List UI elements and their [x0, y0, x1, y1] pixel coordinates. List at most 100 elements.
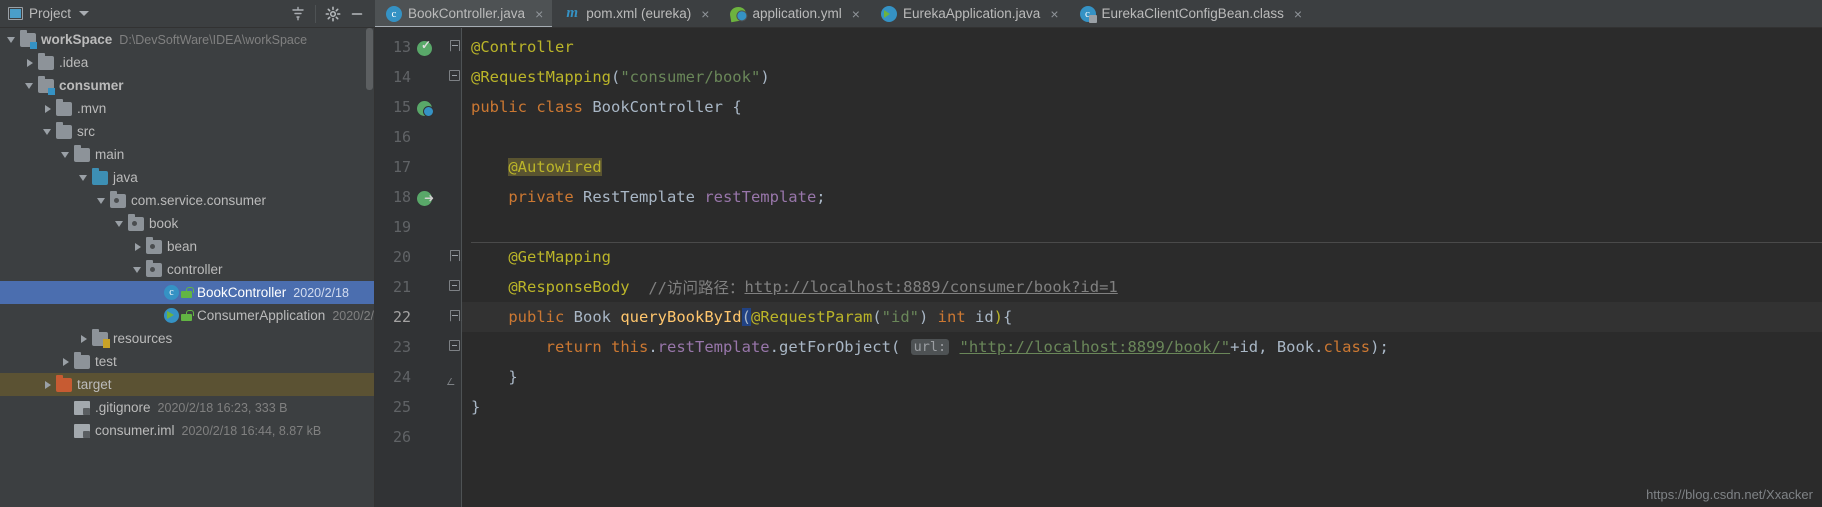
code-line[interactable]: [462, 422, 1822, 452]
code-line[interactable]: }: [462, 392, 1822, 422]
code-token: queryBookById: [620, 308, 742, 326]
fold-toggle-icon[interactable]: [449, 70, 460, 81]
gutter-line[interactable]: 16: [375, 122, 448, 152]
code-line[interactable]: public Book queryBookById(@RequestParam(…: [462, 302, 1822, 332]
gutter-line[interactable]: 22: [375, 302, 448, 332]
chevron-open-icon[interactable]: [96, 195, 108, 207]
editor-tab-bookcontroller[interactable]: BookController.java ×: [375, 0, 554, 27]
tree-item-main[interactable]: main: [0, 143, 374, 166]
tree-item-book[interactable]: book: [0, 212, 374, 235]
project-panel-title-group[interactable]: Project: [8, 6, 90, 21]
project-tree[interactable]: workSpace D:\DevSoftWare\IDEA\workSpace .i…: [0, 28, 375, 507]
code-line[interactable]: @ResponseBody //访问路径： http://localhost:88…: [462, 272, 1822, 302]
code-token: @GetMapping: [508, 248, 611, 266]
fold-toggle-icon[interactable]: [449, 340, 460, 351]
code-editor[interactable]: 13 14 15 16 17 18 19 20 21 22 23 24 25 26 @Controller…: [375, 28, 1822, 507]
code-line[interactable]: @RequestMapping("consumer/book"): [462, 62, 1822, 92]
gutter-line[interactable]: 14: [375, 62, 448, 92]
spring-bean-class-icon[interactable]: [417, 100, 434, 117]
editor-tab-eurekaclientconfigbean[interactable]: EurekaClientConfigBean.class ×: [1068, 0, 1313, 27]
tree-item-mvn[interactable]: .mvn: [0, 97, 374, 120]
tree-item-target[interactable]: target: [0, 373, 374, 396]
code-token: }: [471, 398, 481, 416]
gutter-line[interactable]: 13: [375, 32, 448, 62]
tree-item-bean[interactable]: bean: [0, 235, 374, 258]
gutter-line[interactable]: 15: [375, 92, 448, 122]
chevron-open-icon[interactable]: [132, 264, 144, 276]
code-line[interactable]: @GetMapping: [462, 242, 1822, 272]
editor-tab-pom-xml[interactable]: m pom.xml (eureka) ×: [553, 0, 720, 27]
tree-item-consumerapplication[interactable]: ConsumerApplication 2020/2/18: [0, 304, 374, 327]
tree-item-com-service-consumer[interactable]: com.service.consumer: [0, 189, 374, 212]
spring-autowire-icon[interactable]: [417, 190, 434, 206]
code-line[interactable]: [462, 212, 1822, 242]
fold-toggle-icon[interactable]: [449, 250, 460, 261]
code-token: public: [471, 98, 537, 116]
tree-item-bookcontroller[interactable]: BookController 2020/2/18: [0, 281, 374, 304]
code-token: (: [610, 68, 621, 86]
tree-item-workspace[interactable]: workSpace D:\DevSoftWare\IDEA\workSpace: [0, 28, 374, 51]
tree-item-gitignore[interactable]: .gitignore 2020/2/18 16:23, 333 B: [0, 396, 374, 419]
code-line[interactable]: [462, 122, 1822, 152]
gutter-line[interactable]: 23: [375, 332, 448, 362]
chevron-closed-icon[interactable]: [24, 57, 36, 69]
collapse-all-icon[interactable]: [286, 2, 310, 26]
chevron-closed-icon[interactable]: [42, 379, 54, 391]
editor-tab-application-yml[interactable]: application.yml ×: [719, 0, 870, 27]
editor-gutter[interactable]: 13 14 15 16 17 18 19 20 21 22 23 24 25 26: [375, 28, 448, 507]
tree-item-test[interactable]: test: [0, 350, 374, 373]
gutter-line[interactable]: 19: [375, 212, 448, 242]
gutter-line[interactable]: 21: [375, 272, 448, 302]
chevron-open-icon[interactable]: [114, 218, 126, 230]
editor-tab-strip[interactable]: BookController.java × m pom.xml (eureka)…: [375, 0, 1822, 28]
code-token: @RequestParam: [751, 308, 873, 326]
tree-item-label: resources: [113, 331, 173, 346]
code-line[interactable]: public class BookController {: [462, 92, 1822, 122]
close-icon[interactable]: ×: [535, 7, 543, 21]
editor-tab-eurekaapplication[interactable]: EurekaApplication.java ×: [869, 0, 1069, 27]
code-line[interactable]: }: [462, 362, 1822, 392]
gutter-line[interactable]: 26: [375, 422, 448, 452]
tree-item-controller[interactable]: controller: [0, 258, 374, 281]
close-icon[interactable]: ×: [1294, 7, 1302, 21]
gutter-line[interactable]: 17: [375, 152, 448, 182]
chevron-closed-icon[interactable]: [42, 103, 54, 115]
tree-item-consumer-iml[interactable]: consumer.iml 2020/2/18 16:44, 8.87 kB: [0, 419, 374, 442]
fold-toggle-icon[interactable]: [449, 40, 460, 51]
minimize-icon[interactable]: [345, 2, 369, 26]
close-icon[interactable]: ×: [701, 7, 709, 21]
chevron-closed-icon[interactable]: [132, 241, 144, 253]
gutter-line[interactable]: 20: [375, 242, 448, 272]
tree-item-consumer[interactable]: consumer: [0, 74, 374, 97]
package-icon: [128, 213, 144, 231]
chevron-closed-icon[interactable]: [60, 356, 72, 368]
gear-icon[interactable]: [321, 2, 345, 26]
close-icon[interactable]: ×: [852, 7, 860, 21]
gutter-line[interactable]: 24: [375, 362, 448, 392]
tree-item-java[interactable]: java: [0, 166, 374, 189]
fold-toggle-icon[interactable]: [449, 280, 460, 291]
project-tree-scrollbar[interactable]: [366, 28, 373, 90]
chevron-open-icon[interactable]: [78, 172, 90, 184]
editor-code-area[interactable]: @Controller @RequestMapping("consumer/boo…: [462, 28, 1822, 507]
tree-item-resources[interactable]: resources: [0, 327, 374, 350]
chevron-open-icon[interactable]: [24, 80, 36, 92]
chevron-open-icon[interactable]: [6, 34, 18, 46]
gutter-line[interactable]: 18: [375, 182, 448, 212]
spring-bean-check-icon[interactable]: [417, 38, 432, 56]
fold-toggle-icon[interactable]: [449, 310, 460, 321]
code-line[interactable]: private RestTemplate restTemplate;: [462, 182, 1822, 212]
editor-fold-column[interactable]: [448, 28, 462, 507]
chevron-open-icon[interactable]: [60, 149, 72, 161]
chevron-open-icon[interactable]: [42, 126, 54, 138]
code-line[interactable]: @Controller: [462, 32, 1822, 62]
code-line[interactable]: return this. restTemplate. getForObject( u…: [462, 332, 1822, 362]
code-line[interactable]: @Autowired: [462, 152, 1822, 182]
code-token: @ResponseBody: [508, 278, 630, 296]
chevron-closed-icon[interactable]: [78, 333, 90, 345]
tree-item-src[interactable]: src: [0, 120, 374, 143]
close-icon[interactable]: ×: [1050, 7, 1058, 21]
tree-item-idea[interactable]: .idea: [0, 51, 374, 74]
chevron-down-icon[interactable]: [79, 11, 90, 16]
gutter-line[interactable]: 25: [375, 392, 448, 422]
